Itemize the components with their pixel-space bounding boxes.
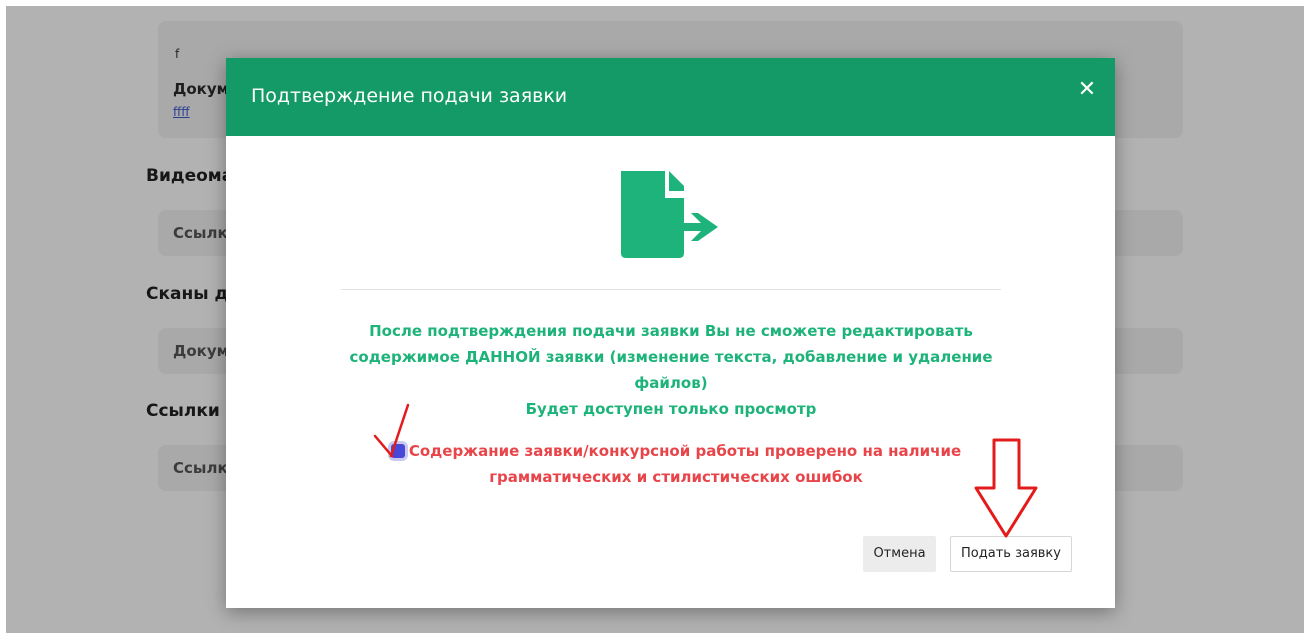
- confirm-label: Содержание заявки/конкурсной работы пров…: [408, 442, 962, 460]
- confirm-label-line2: грамматических и стилистических ошибок: [489, 468, 863, 486]
- divider: [341, 289, 1001, 290]
- modal-header: Подтверждение подачи заявки ✕: [226, 58, 1115, 136]
- warning-line: Будет доступен только просмотр: [525, 400, 817, 418]
- confirm-checkbox-row[interactable]: Содержание заявки/конкурсной работы пров…: [376, 438, 976, 490]
- warning-line: содержимое ДАННОЙ заявки (изменение текс…: [349, 348, 993, 366]
- warning-line: После подтверждения подачи заявки Вы не …: [369, 322, 973, 340]
- modal-title: Подтверждение подачи заявки: [251, 85, 568, 107]
- warning-line: файлов): [634, 374, 708, 392]
- file-export-icon: [621, 171, 718, 258]
- confirm-checkbox[interactable]: [390, 444, 405, 458]
- close-icon[interactable]: ✕: [1075, 78, 1099, 102]
- submit-application-button[interactable]: Подать заявку: [950, 536, 1072, 572]
- cancel-button[interactable]: Отмена: [863, 536, 936, 572]
- warning-text: После подтверждения подачи заявки Вы не …: [336, 318, 1006, 422]
- confirm-submission-modal: Подтверждение подачи заявки ✕ После подт…: [226, 58, 1115, 608]
